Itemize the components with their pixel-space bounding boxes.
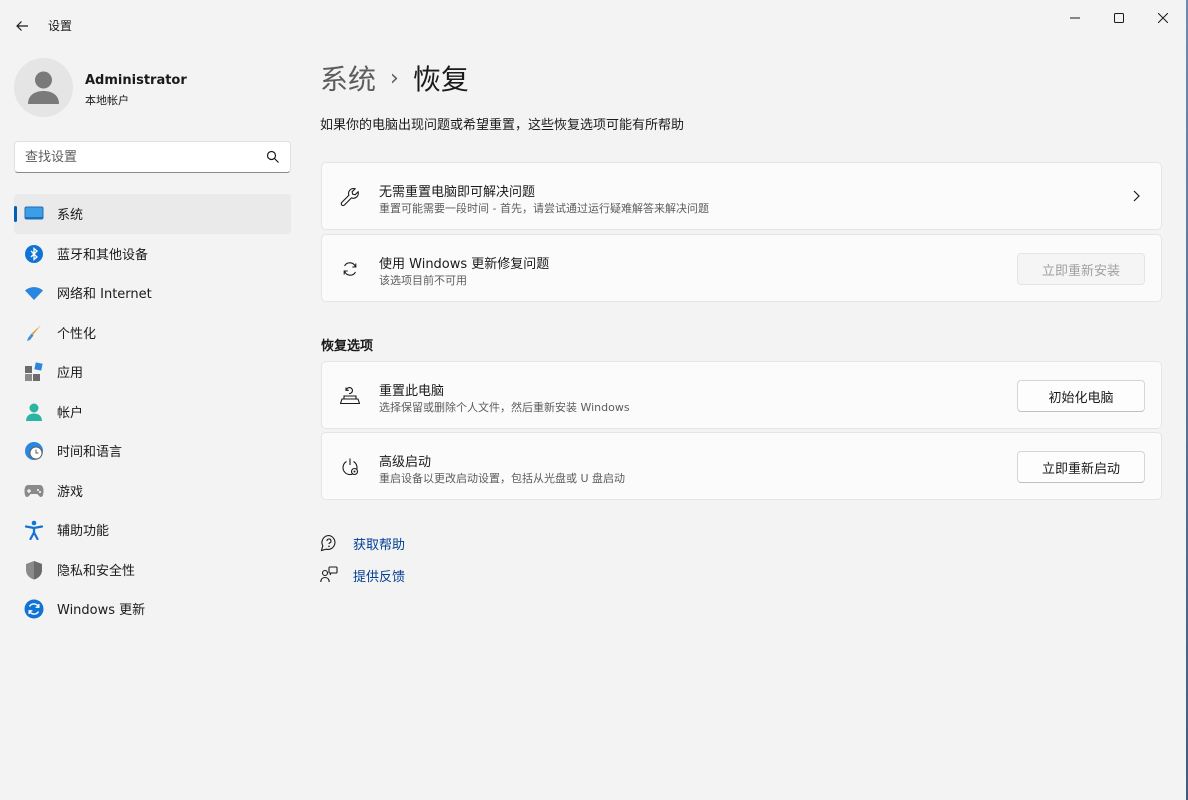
back-arrow-icon [16,21,28,31]
system-icon [24,204,44,224]
help-icon [320,534,338,552]
sync-icon [340,259,360,279]
troubleshoot-card[interactable]: 无需重置电脑即可解决问题 重置可能需要一段时间 - 首先，请尝试通过运行疑难解答… [321,162,1162,230]
accessibility-icon [24,520,44,540]
get-help-text: 获取帮助 [353,537,406,553]
wifi-icon [24,283,44,303]
windows-update-icon [24,599,44,619]
sidebar-item-system[interactable]: 系统 [14,194,291,234]
account-type: 本地帐户 [85,94,129,107]
user-profile[interactable]: Administrator 本地帐户 [14,58,284,120]
sidebar-nav: 系统 蓝牙和其他设备 网络和 Internet 个性化 应用 帐户 时间和语言 … [14,194,291,629]
minimize-icon [1070,17,1080,19]
recovery-options-heading: 恢复选项 [321,339,374,354]
user-name: Administrator [85,73,187,88]
app-title: 设置 [48,19,73,33]
sidebar-item-gaming[interactable]: 游戏 [14,471,291,511]
globe-clock-icon [24,441,44,461]
feedback-link[interactable]: 提供反馈 [320,564,405,586]
reset-pc-icon [340,386,360,406]
card-title: 使用 Windows 更新修复问题 [379,257,550,272]
page-title: 恢复 [412,63,469,96]
avatar [14,58,73,117]
apps-icon [24,362,44,382]
get-help-link[interactable]: 获取帮助 [320,532,405,554]
reset-pc-card: 重置此电脑 选择保留或删除个人文件，然后重新安装 Windows 初始化电脑 [321,361,1162,429]
bluetooth-icon [24,244,44,264]
search-icon[interactable] [266,150,280,164]
feedback-icon [320,566,338,584]
sidebar-item-label: 隐私和安全性 [57,563,136,579]
reinstall-now-button[interactable]: 立即重新安装 [1017,253,1145,285]
sidebar-item-label: 辅助功能 [57,524,110,540]
sidebar-item-label: 网络和 Internet [57,287,152,303]
maximize-icon [1114,13,1124,23]
card-title: 无需重置电脑即可解决问题 [379,185,536,200]
search-input[interactable] [15,142,245,172]
card-subtitle: 重置可能需要一段时间 - 首先，请尝试通过运行疑难解答来解决问题 [379,202,709,215]
wrench-icon [340,187,360,207]
breadcrumb: 系统 › 恢复 [320,58,469,98]
breadcrumb-separator: › [390,65,399,91]
sidebar-item-label: 系统 [57,208,84,224]
sidebar-item-accessibility[interactable]: 辅助功能 [14,510,291,550]
sidebar-item-bluetooth[interactable]: 蓝牙和其他设备 [14,234,291,274]
card-subtitle: 重启设备以更改启动设置，包括从光盘或 U 盘启动 [379,472,626,485]
card-title: 重置此电脑 [379,384,445,399]
sidebar-item-label: 应用 [57,366,84,382]
windows-update-fix-card: 使用 Windows 更新修复问题 该选项目前不可用 立即重新安装 [321,234,1162,302]
user-icon [28,71,59,104]
sidebar-item-label: 时间和语言 [57,445,123,461]
close-button[interactable] [1140,4,1186,32]
card-subtitle: 选择保留或删除个人文件，然后重新安装 Windows [379,401,630,414]
card-title: 高级启动 [379,455,432,470]
shield-icon [24,560,44,580]
breadcrumb-parent[interactable]: 系统 [320,58,376,98]
title-bar: 设置 [0,0,1188,50]
back-button[interactable] [8,12,36,40]
reset-pc-button[interactable]: 初始化电脑 [1017,380,1145,412]
sidebar-item-label: 蓝牙和其他设备 [57,247,149,263]
search-box [14,141,291,173]
sidebar-item-label: Windows 更新 [57,603,146,619]
sidebar-item-accounts[interactable]: 帐户 [14,392,291,432]
page-description: 如果你的电脑出现问题或希望重置，这些恢复选项可能有所帮助 [320,118,685,133]
gamepad-icon [24,481,44,501]
account-icon [24,402,44,422]
chevron-right-icon[interactable] [1129,189,1143,203]
advanced-startup-card: 高级启动 重启设备以更改启动设置，包括从光盘或 U 盘启动 立即重新启动 [321,432,1162,500]
advanced-startup-icon [340,457,360,477]
maximize-button[interactable] [1096,4,1142,32]
sidebar-item-time-language[interactable]: 时间和语言 [14,431,291,471]
sidebar-item-personalization[interactable]: 个性化 [14,313,291,353]
card-subtitle: 该选项目前不可用 [379,274,467,287]
sidebar-item-label: 帐户 [57,405,84,421]
sidebar-item-windows-update[interactable]: Windows 更新 [14,589,291,629]
sidebar-item-label: 个性化 [57,326,97,342]
feedback-text: 提供反馈 [353,569,406,585]
sidebar-item-network[interactable]: 网络和 Internet [14,273,291,313]
minimize-button[interactable] [1052,4,1098,32]
restart-now-button[interactable]: 立即重新启动 [1017,451,1145,483]
sidebar-item-apps[interactable]: 应用 [14,352,291,392]
sidebar-item-privacy[interactable]: 隐私和安全性 [14,550,291,590]
sidebar-item-label: 游戏 [57,484,84,500]
paintbrush-icon [24,323,44,343]
close-icon [1158,13,1168,23]
